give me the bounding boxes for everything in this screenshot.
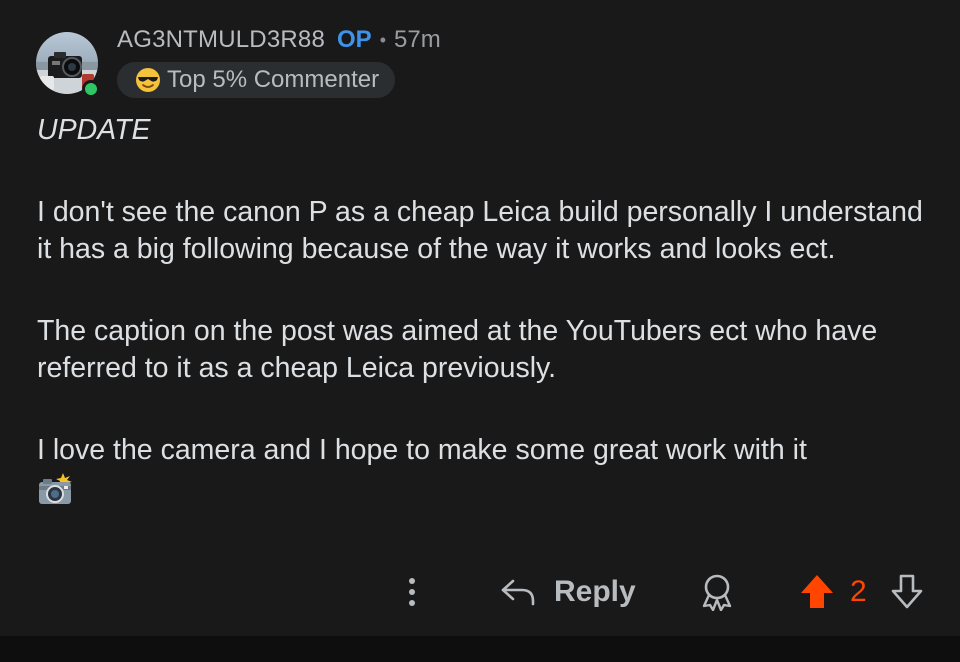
sunglasses-face-icon: [135, 67, 161, 93]
camera-with-flash-icon: [37, 472, 75, 506]
online-status-indicator: [82, 80, 100, 98]
comment-age: 57m: [394, 26, 441, 53]
comment-actions-bar: Reply 2: [0, 566, 960, 616]
op-tag: OP: [337, 26, 372, 53]
upvote-button[interactable]: [796, 571, 838, 613]
upvote-arrow-icon: [801, 575, 833, 608]
separator-dot: •: [379, 29, 386, 50]
comment-paragraph: I love the camera and I hope to make som…: [37, 433, 807, 466]
award-button[interactable]: [696, 572, 738, 612]
top-commenter-badge[interactable]: Top 5% Commenter: [117, 62, 396, 98]
more-options-button[interactable]: [396, 572, 428, 612]
downvote-button[interactable]: [886, 571, 928, 613]
comment-body: UPDATE I don't see the canon P as a chea…: [37, 112, 927, 506]
reply-arrow-icon: [501, 579, 535, 606]
more-vertical-icon: [409, 578, 415, 606]
reply-label: Reply: [554, 575, 636, 608]
vote-score: 2: [850, 575, 867, 608]
downvote-arrow-icon: [891, 574, 923, 609]
reply-button[interactable]: Reply: [500, 570, 636, 614]
badge-label: Top 5% Commenter: [167, 66, 380, 93]
award-icon: [702, 574, 732, 611]
comment-heading: UPDATE: [37, 114, 151, 146]
comment-paragraph: I don't see the canon P as a cheap Leica…: [37, 195, 923, 266]
next-comment-divider: [0, 636, 960, 662]
comment-header: AG3NTMULD3R88 OP • 57m: [117, 24, 441, 56]
username-link[interactable]: AG3NTMULD3R88: [117, 26, 325, 54]
comment-card: AG3NTMULD3R88 OP • 57m Top 5% Commenter …: [0, 0, 960, 636]
comment-paragraph: The caption on the post was aimed at the…: [37, 314, 878, 385]
